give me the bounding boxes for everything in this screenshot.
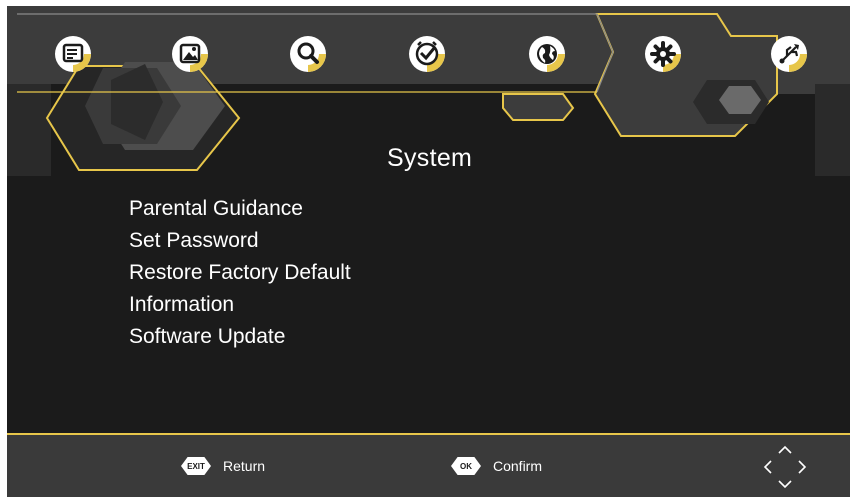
- confirm-label: Confirm: [493, 458, 543, 474]
- clock-icon[interactable]: [407, 34, 447, 74]
- menu-item-restore-factory-default[interactable]: Restore Factory Default: [129, 257, 351, 289]
- menu-item-information[interactable]: Information: [129, 289, 351, 321]
- menu-item-software-update[interactable]: Software Update: [129, 321, 351, 353]
- page-title: System: [387, 144, 473, 172]
- menu-item-parental-guidance[interactable]: Parental Guidance: [129, 193, 351, 225]
- tv-guide-icon[interactable]: [53, 34, 93, 74]
- picture-icon[interactable]: [170, 34, 210, 74]
- system-menu-list: Parental Guidance Set Password Restore F…: [129, 193, 351, 353]
- return-label: Return: [223, 458, 266, 474]
- ok-key-icon: OK: [451, 457, 481, 475]
- usb-icon[interactable]: [769, 34, 809, 74]
- footer-hint-bar: EXIT Return OK Confirm: [7, 433, 850, 497]
- exit-key-icon: EXIT: [181, 457, 211, 475]
- return-hint[interactable]: EXIT Return: [181, 435, 265, 497]
- search-icon[interactable]: [288, 34, 328, 74]
- globe-icon[interactable]: [527, 34, 567, 74]
- tv-screen: System Parental Guidance Set Password Re…: [7, 6, 850, 497]
- gear-icon[interactable]: [643, 34, 683, 74]
- menu-item-set-password[interactable]: Set Password: [129, 225, 351, 257]
- confirm-hint[interactable]: OK Confirm: [451, 435, 542, 497]
- navigation-arrows-icon: [763, 445, 807, 489]
